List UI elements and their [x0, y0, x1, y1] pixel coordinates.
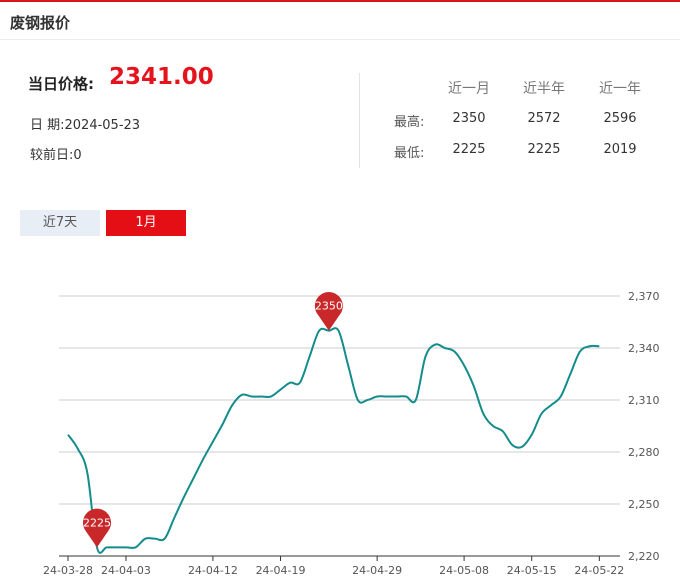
x-tick-label: 24-05-22: [574, 564, 624, 577]
change-text: 较前日:0: [30, 148, 82, 163]
stats-high-year: 2596: [603, 111, 637, 126]
x-tick-label: 24-05-15: [507, 564, 557, 577]
stats-header-year: 近一年: [599, 81, 641, 97]
y-tick-label: 2,370: [628, 290, 660, 303]
x-tick-label: 24-04-19: [256, 564, 306, 577]
annotation-label: 2350: [315, 300, 343, 313]
tab-7-days[interactable]: 近7天: [20, 210, 100, 236]
x-tick-label: 24-05-08: [439, 564, 489, 577]
annotation-label: 2225: [83, 516, 111, 529]
x-tick-label: 24-04-12: [188, 564, 238, 577]
price-value: 2341.00: [109, 64, 214, 90]
page-title: 废钢报价: [10, 14, 71, 32]
price-series-line: [67, 327, 600, 554]
stats-header-halfyear: 近半年: [523, 81, 565, 97]
x-tick-label: 24-04-03: [101, 564, 151, 577]
y-tick-label: 2,280: [628, 446, 660, 459]
y-tick-label: 2,340: [628, 342, 660, 355]
vertical-divider: [359, 73, 360, 168]
y-tick-label: 2,220: [628, 550, 660, 563]
date-text: 日 期:2024-05-23: [30, 118, 141, 133]
stats-low-year: 2019: [603, 142, 637, 157]
x-tick-label: 24-03-28: [43, 564, 93, 577]
tab-1-month[interactable]: 1月: [106, 210, 186, 236]
price-line-chart: 2,220 2,250 2,280 2,310 2,340 2,370 24-03-28 24…: [43, 290, 660, 577]
stats-low-halfyear: 2225: [527, 142, 561, 157]
stats-row-high-label: 最高:: [394, 115, 425, 130]
stats-high-month: 2350: [452, 111, 486, 126]
stats-header-month: 近一月: [448, 81, 490, 97]
stats-low-month: 2225: [452, 142, 486, 157]
stats-row-low-label: 最低:: [394, 146, 425, 161]
stats-high-halfyear: 2572: [527, 111, 561, 126]
x-tick-label: 24-04-29: [352, 564, 402, 577]
header: 废钢报价: [0, 2, 680, 40]
y-tick-label: 2,310: [628, 394, 660, 407]
y-tick-label: 2,250: [628, 498, 660, 511]
price-label: 当日价格:: [28, 75, 94, 93]
